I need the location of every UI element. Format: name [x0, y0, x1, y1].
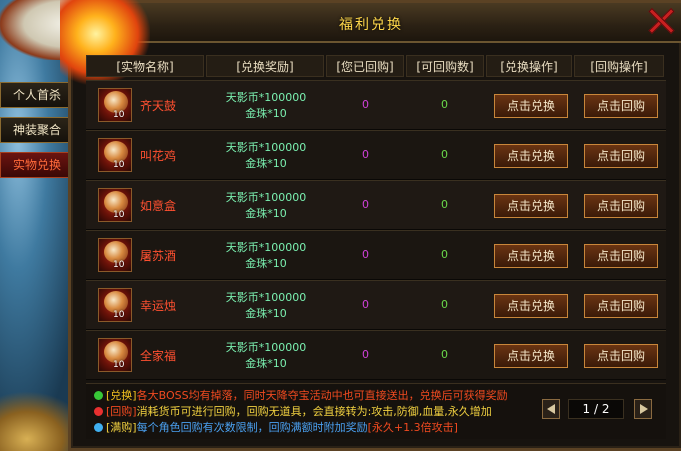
bought-count: 0 [362, 98, 369, 111]
item-count: 10 [113, 310, 125, 320]
item-icon: 10 [98, 238, 132, 272]
available-count: 0 [441, 298, 448, 311]
col-header-available: [可回购数] [406, 55, 484, 77]
note-buyback: [回购]消耗货币可进行回购，回购无道具，会直接转为:攻击,防御,血量,永久增加 [94, 404, 492, 420]
item-name: 叫花鸡 [140, 149, 177, 163]
available-count: 0 [441, 248, 448, 261]
exchange-button[interactable]: 点击兑换 [494, 94, 568, 118]
col-header-item-name: [实物名称] [86, 55, 204, 77]
bought-count: 0 [362, 198, 369, 211]
available-count: 0 [441, 98, 448, 111]
reward-text: 天影币*100000 金珠*10 [225, 291, 307, 320]
item-name: 齐天鼓 [140, 99, 177, 113]
col-header-exchange: [兑换操作] [486, 55, 572, 77]
buyback-button[interactable]: 点击回购 [584, 244, 658, 268]
bought-count: 0 [362, 298, 369, 311]
prev-page-button[interactable] [542, 399, 560, 419]
tab-physical-exchange[interactable]: 实物兑换 [0, 152, 74, 178]
table-row: 10 屠苏酒 天影币*100000 金珠*10 0 0 点击兑换 点击回购 [86, 230, 666, 280]
item-count: 10 [113, 260, 125, 270]
item-icon: 10 [98, 188, 132, 222]
item-icon: 10 [98, 338, 132, 372]
item-name: 幸运烛 [140, 299, 177, 313]
table-row: 10 齐天鼓 天影币*100000 金珠*10 0 0 点击兑换 点击回购 [86, 80, 666, 130]
available-count: 0 [441, 198, 448, 211]
note-dot-icon [94, 423, 103, 432]
table-row: 10 幸运烛 天影币*100000 金珠*10 0 0 点击兑换 点击回购 [86, 280, 666, 330]
reward-text: 天影币*100000 金珠*10 [225, 191, 307, 220]
col-header-buyback: [回购操作] [574, 55, 664, 77]
item-count: 10 [113, 210, 125, 220]
item-icon: 10 [98, 138, 132, 172]
reward-text: 天影币*100000 金珠*10 [225, 141, 307, 170]
table-row: 10 全家福 天影币*100000 金珠*10 0 0 点击兑换 点击回购 [86, 330, 666, 380]
title-bar: 福利兑换 [71, 3, 681, 43]
item-count: 10 [113, 360, 125, 370]
buyback-button[interactable]: 点击回购 [584, 294, 658, 318]
col-header-bought: [您已回购] [326, 55, 404, 77]
exchange-button[interactable]: 点击兑换 [494, 294, 568, 318]
item-icon: 10 [98, 88, 132, 122]
bought-count: 0 [362, 248, 369, 261]
item-name: 如意盒 [140, 199, 177, 213]
reward-text: 天影币*100000 金珠*10 [225, 341, 307, 370]
item-count: 10 [113, 160, 125, 170]
table-row: 10 如意盒 天影币*100000 金珠*10 0 0 点击兑换 点击回购 [86, 180, 666, 230]
next-page-button[interactable] [634, 399, 652, 419]
game-window: 个人首杀 神装聚合 实物兑换 福利兑换 [实物名称] [兑换奖励] [您已回购]… [0, 0, 681, 451]
exchange-button[interactable]: 点击兑换 [494, 144, 568, 168]
exchange-button[interactable]: 点击兑换 [494, 344, 568, 368]
reward-text: 天影币*100000 金珠*10 [225, 91, 307, 120]
tab-equipment-aggregation[interactable]: 神装聚合 [0, 117, 74, 143]
footer-notes: [兑换]各大BOSS均有掉落，同时天降夺宝活动中也可直接送出，兑换后可获得奖励 … [86, 383, 666, 439]
bought-count: 0 [362, 148, 369, 161]
item-count: 10 [113, 110, 125, 120]
available-count: 0 [441, 348, 448, 361]
note-full-buyback: [满购]每个角色回购有次数限制，回购满额时附加奖励[永久+1.3倍攻击] [94, 420, 458, 436]
note-dot-icon [94, 391, 103, 400]
exchange-button[interactable]: 点击兑换 [494, 194, 568, 218]
table-row: 10 叫花鸡 天影币*100000 金珠*10 0 0 点击兑换 点击回购 [86, 130, 666, 180]
note-dot-icon [94, 407, 103, 416]
item-name: 全家福 [140, 349, 177, 363]
panel-title: 福利兑换 [339, 17, 403, 33]
buyback-button[interactable]: 点击回购 [584, 94, 658, 118]
buyback-button[interactable]: 点击回购 [584, 144, 658, 168]
col-header-reward: [兑换奖励] [206, 55, 324, 77]
page-indicator: 1 / 2 [568, 399, 624, 419]
reward-text: 天影币*100000 金珠*10 [225, 241, 307, 270]
tab-personal-first-kill[interactable]: 个人首杀 [0, 82, 74, 108]
bought-count: 0 [362, 348, 369, 361]
note-exchange: [兑换]各大BOSS均有掉落，同时天降夺宝活动中也可直接送出，兑换后可获得奖励 [94, 388, 508, 404]
close-button[interactable] [647, 7, 675, 35]
available-count: 0 [441, 148, 448, 161]
buyback-button[interactable]: 点击回购 [584, 194, 658, 218]
item-icon: 10 [98, 288, 132, 322]
exchange-button[interactable]: 点击兑换 [494, 244, 568, 268]
buyback-button[interactable]: 点击回购 [584, 344, 658, 368]
item-name: 屠苏酒 [140, 249, 177, 263]
